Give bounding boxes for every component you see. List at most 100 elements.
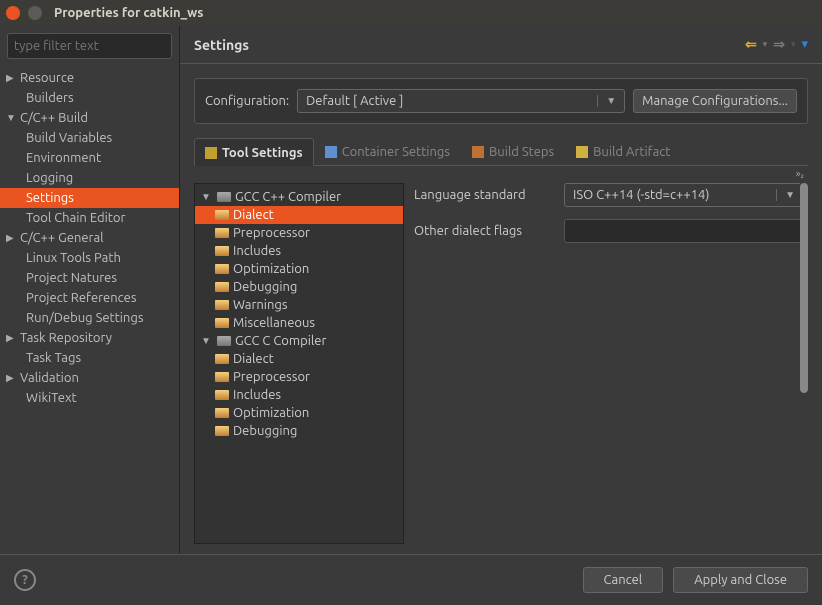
tool-tree-item-label: Warnings [233,298,288,312]
language-standard-value: ISO C++14 (-std=c++14) [573,188,709,202]
tool-tree-item-dialect[interactable]: Dialect [195,350,403,368]
configuration-value: Default [ Active ] [306,94,403,108]
folder-icon [215,390,229,400]
filter-input[interactable] [7,33,172,59]
sidebar-item-builders[interactable]: Builders [0,88,179,108]
sidebar-item-tool-chain-editor[interactable]: Tool Chain Editor [0,208,179,228]
sidebar-item-label: WikiText [26,391,77,405]
tool-settings-tree: ▼GCC C++ CompilerDialectPreprocessorIncl… [194,183,404,544]
tool-tree-item-label: Preprocessor [233,226,310,240]
sidebar-item-label: Tool Chain Editor [26,211,125,225]
sidebar-tree: ▶Resource Builders ▼C/C++ BuildBuild Varia… [0,66,179,554]
language-standard-label: Language standard [414,188,554,202]
gear-icon [205,147,217,159]
tool-tree-item-preprocessor[interactable]: Preprocessor [195,224,403,242]
panel-body: ▼GCC C++ CompilerDialectPreprocessorIncl… [194,183,808,544]
sidebar-item-label: Project References [26,291,136,305]
tool-tree-item-label: GCC C Compiler [235,334,326,348]
tool-tree-item-label: Includes [233,388,281,402]
tool-tree-item-gcc-c-compiler[interactable]: ▼GCC C++ Compiler [195,188,403,206]
tool-tree-item-includes[interactable]: Includes [195,242,403,260]
tab-tool-settings[interactable]: Tool Settings [194,138,314,166]
sidebar-item-c-c-build[interactable]: ▼C/C++ Build [0,108,179,128]
sidebar-item-environment[interactable]: Environment [0,148,179,168]
folder-icon [215,264,229,274]
tool-tree-item-gcc-c-compiler[interactable]: ▼ GCC C Compiler [195,332,403,350]
tab-label: Container Settings [342,145,450,159]
minimize-icon[interactable] [28,6,42,20]
folder-icon [215,300,229,310]
trophy-icon [576,146,588,158]
language-standard-select[interactable]: ISO C++14 (-std=c++14) ▼ [564,183,804,207]
tool-tree-item-label: Debugging [233,280,297,294]
view-menu-icon[interactable]: ▾ [801,37,808,52]
bottom-bar: ? Cancel Apply and Close [0,554,822,605]
tab-label: Build Artifact [593,145,670,159]
page-title: Settings [194,37,249,53]
tool-tree-item-debugging[interactable]: Debugging [195,422,403,440]
settings-form: Language standard ISO C++14 (-std=c++14)… [414,183,808,544]
scrollbar[interactable] [800,183,808,544]
sidebar-item-task-tags[interactable]: Task Tags [0,348,179,368]
tree-arrow-icon: ▼ [201,335,213,347]
other-flags-input[interactable] [564,219,804,243]
sidebar-item-label: Builders [26,91,74,105]
tool-tree-item-dialect[interactable]: Dialect [195,206,403,224]
language-standard-row: Language standard ISO C++14 (-std=c++14)… [414,183,804,207]
tool-tree-item-optimization[interactable]: Optimization [195,404,403,422]
sidebar-item-c-c-general[interactable]: ▶C/C++ General [0,228,179,248]
titlebar: Properties for catkin_ws [0,0,822,26]
other-flags-row: Other dialect flags [414,219,804,243]
tab-build-steps[interactable]: Build Steps [461,138,565,165]
tool-tree-item-includes[interactable]: Includes [195,386,403,404]
sidebar-item-validation[interactable]: ▶Validation [0,368,179,388]
sidebar-item-linux-tools-path[interactable]: Linux Tools Path [0,248,179,268]
configuration-select[interactable]: Default [ Active ] ▼ [297,89,625,113]
sidebar-item-wikitext[interactable]: WikiText [0,388,179,408]
sidebar-item-logging[interactable]: Logging [0,168,179,188]
tool-tree-item-optimization[interactable]: Optimization [195,260,403,278]
back-dropdown-icon[interactable]: ▾ [763,39,768,50]
folder-icon [215,210,229,220]
sidebar-item-settings[interactable]: Settings [0,188,179,208]
sidebar-item-project-references[interactable]: Project References [0,288,179,308]
sidebar-item-task-repository[interactable]: ▶Task Repository [0,328,179,348]
folder-icon [215,246,229,256]
tool-tree-item-miscellaneous[interactable]: Miscellaneous [195,314,403,332]
cancel-button[interactable]: Cancel [583,567,664,593]
tab-container-settings[interactable]: Container Settings [314,138,461,165]
sidebar: ▶Resource Builders ▼C/C++ BuildBuild Varia… [0,26,180,554]
back-icon[interactable]: ⇐ [745,36,757,53]
tool-tree-item-label: Debugging [233,424,297,438]
apply-close-button[interactable]: Apply and Close [673,567,808,593]
tool-tree-item-debugging[interactable]: Debugging [195,278,403,296]
sidebar-item-label: Task Tags [26,351,81,365]
folder-icon [215,282,229,292]
sidebar-item-label: Validation [20,371,79,385]
container-icon [325,146,337,158]
chevron-down-icon: ▼ [597,95,616,107]
tool-tree-item-warnings[interactable]: Warnings [195,296,403,314]
sidebar-item-project-natures[interactable]: Project Natures [0,268,179,288]
tabs-overflow-indicator[interactable]: »₂ [180,166,822,181]
configuration-row: Configuration: Default [ Active ] ▼ Mana… [194,78,808,124]
sidebar-item-build-variables[interactable]: Build Variables [0,128,179,148]
manage-configurations-button[interactable]: Manage Configurations... [633,89,797,113]
sidebar-item-resource[interactable]: ▶Resource [0,68,179,88]
tool-tree-item-preprocessor[interactable]: Preprocessor [195,368,403,386]
configuration-label: Configuration: [205,94,289,108]
chevron-down-icon: ▼ [776,189,795,201]
dialog-buttons: Cancel Apply and Close [583,567,808,593]
header-nav: ⇐ ▾ ⇒ ▾ ▾ [745,36,808,53]
tab-build-artifact[interactable]: Build Artifact [565,138,681,165]
help-button[interactable]: ? [14,569,36,591]
tab-label: Build Steps [489,145,554,159]
tool-tree-item-label: Optimization [233,406,309,420]
folder-icon [215,426,229,436]
sidebar-item-run-debug-settings[interactable]: Run/Debug Settings [0,308,179,328]
tool-tree-item-label: Preprocessor [233,370,310,384]
sidebar-item-label: Logging [26,171,73,185]
sidebar-item-label: Project Natures [26,271,117,285]
close-icon[interactable] [6,6,20,20]
sidebar-item-label: Settings [26,191,74,205]
